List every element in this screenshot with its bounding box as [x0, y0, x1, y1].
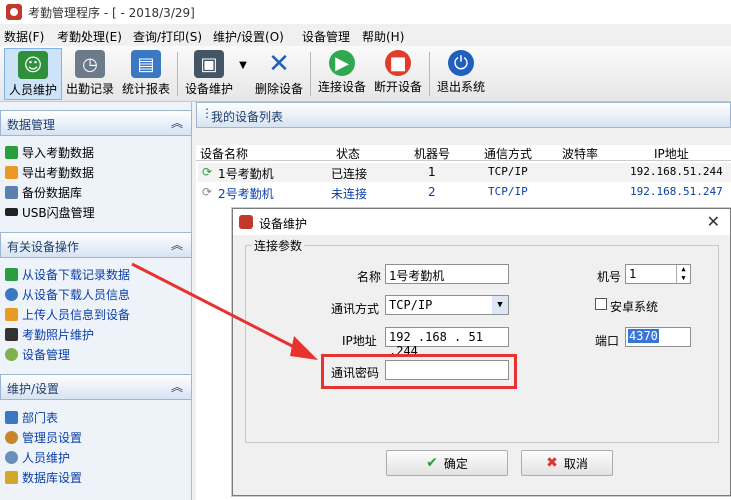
arrow-head-icon [290, 336, 318, 360]
arrow-line [131, 262, 301, 352]
annotation-arrow [131, 262, 318, 360]
